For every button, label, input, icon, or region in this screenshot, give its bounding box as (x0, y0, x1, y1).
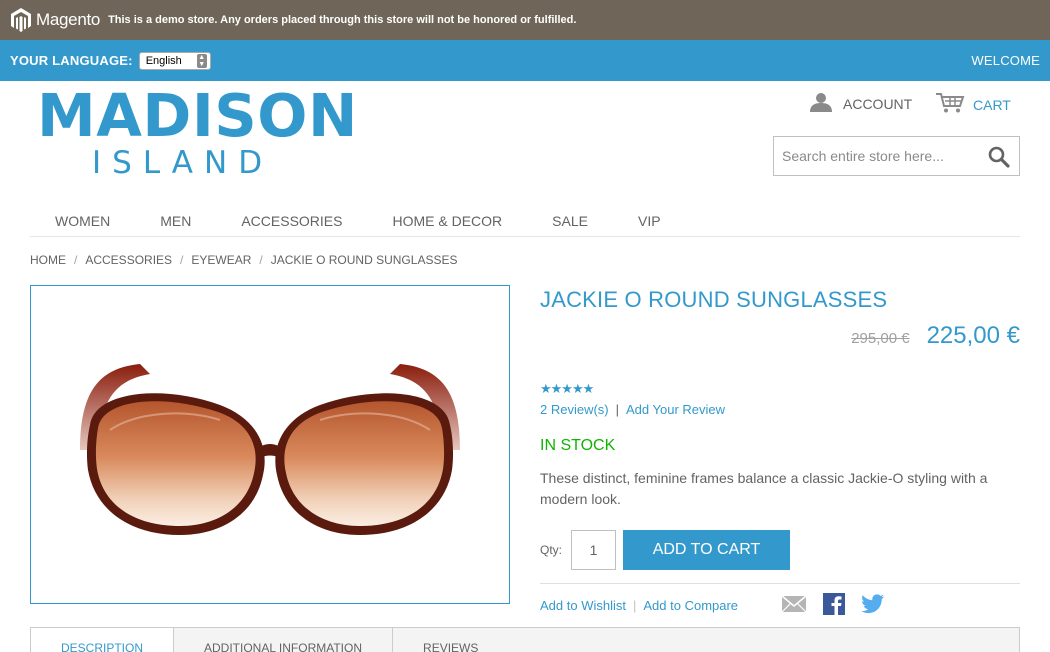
nav-item-vip[interactable]: VIP (613, 205, 686, 237)
breadcrumb-accessories[interactable]: ACCESSORIES (85, 253, 172, 267)
share-links (781, 593, 901, 615)
language-select-value: English (145, 54, 182, 67)
nav-item-home-decor[interactable]: HOME & DECOR (367, 205, 527, 237)
stock-status: IN STOCK (540, 437, 616, 454)
search-input[interactable] (782, 148, 982, 164)
breadcrumb-separator: / (180, 253, 184, 267)
demo-notice-text: This is a demo store. Any orders placed … (108, 14, 577, 26)
account-icon (809, 92, 833, 115)
reviews-count-link[interactable]: 2 Review(s) (540, 402, 609, 417)
breadcrumb-current: JACKIE O ROUND SUNGLASSES (270, 253, 458, 267)
magento-logo[interactable]: Magento (10, 7, 100, 33)
actions-divider (540, 583, 1020, 584)
product-name: JACKIE O ROUND SUNGLASSES (540, 287, 888, 312)
qty-input[interactable]: 1 (571, 530, 616, 570)
nav-item-men[interactable]: MEN (135, 205, 216, 237)
account-label: ACCOUNT (843, 95, 913, 112)
add-to-cart-button[interactable]: ADD TO CART (623, 530, 790, 570)
main-navigation: WOMEN MEN ACCESSORIES HOME & DECOR SALE … (30, 205, 1020, 237)
add-to-wishlist-link[interactable]: Add to Wishlist (540, 598, 626, 613)
product-image[interactable] (30, 285, 510, 604)
welcome-message: WELCOME (971, 53, 1040, 68)
magento-logo-icon (10, 7, 32, 33)
account-link[interactable]: ACCOUNT (809, 92, 912, 115)
twitter-icon[interactable] (861, 594, 885, 614)
logo-line-madison: MADISON (37, 81, 358, 150)
action-separator: | (632, 598, 637, 613)
price-box: 295,00 € 225,00 € (851, 322, 1020, 350)
search-icon[interactable] (988, 146, 1010, 173)
language-bar: YOUR LANGUAGE: English ▲ ▼ WELCOME (0, 40, 1050, 81)
add-review-link[interactable]: Add Your Review (626, 402, 725, 417)
cart-link[interactable]: CART (935, 92, 1011, 117)
qty-label: Qty: (540, 543, 563, 557)
breadcrumb-separator: / (74, 253, 78, 267)
language-label: YOUR LANGUAGE: (10, 53, 133, 68)
magento-logo-text: Magento (36, 10, 101, 29)
tab-description[interactable]: DESCRIPTION (31, 628, 175, 652)
short-description: These distinct, feminine frames balance … (540, 470, 988, 507)
demo-notice-bar: Magento This is a demo store. Any orders… (0, 0, 1050, 40)
breadcrumb-separator: / (259, 253, 263, 267)
nav-item-accessories[interactable]: ACCESSORIES (216, 205, 367, 237)
product-tabs: DESCRIPTION ADDITIONAL INFORMATION REVIE… (30, 627, 1020, 652)
facebook-icon[interactable] (823, 593, 845, 615)
sunglasses-image (80, 363, 460, 535)
nav-item-sale[interactable]: SALE (527, 205, 613, 237)
breadcrumb-home[interactable]: HOME (30, 253, 66, 267)
cart-icon (935, 92, 965, 117)
tab-reviews[interactable]: REVIEWS (393, 628, 508, 652)
select-arrows-icon: ▲ ▼ (196, 53, 207, 68)
search-box (773, 136, 1020, 176)
language-select[interactable]: English ▲ ▼ (138, 51, 211, 70)
add-to-compare-link[interactable]: Add to Compare (643, 598, 738, 613)
review-link-separator: | (615, 402, 620, 417)
cart-label: CART (973, 96, 1011, 113)
email-icon[interactable] (781, 595, 807, 613)
store-logo[interactable]: MADISON ISLAND (37, 81, 358, 182)
breadcrumb-eyewear[interactable]: EYEWEAR (191, 253, 251, 267)
product-actions: Add to Wishlist | Add to Compare (540, 598, 738, 613)
rating-stars: ★★★★★ (540, 381, 594, 396)
special-price: 225,00 € (926, 322, 1020, 349)
language-switcher: YOUR LANGUAGE: English ▲ ▼ (10, 51, 211, 70)
old-price: 295,00 € (851, 330, 910, 347)
review-links: 2 Review(s) | Add Your Review (540, 402, 725, 417)
tab-additional-information[interactable]: ADDITIONAL INFORMATION (174, 628, 394, 652)
breadcrumb: HOME / ACCESSORIES / EYEWEAR / JACKIE O … (30, 253, 457, 267)
nav-item-women[interactable]: WOMEN (30, 205, 135, 237)
